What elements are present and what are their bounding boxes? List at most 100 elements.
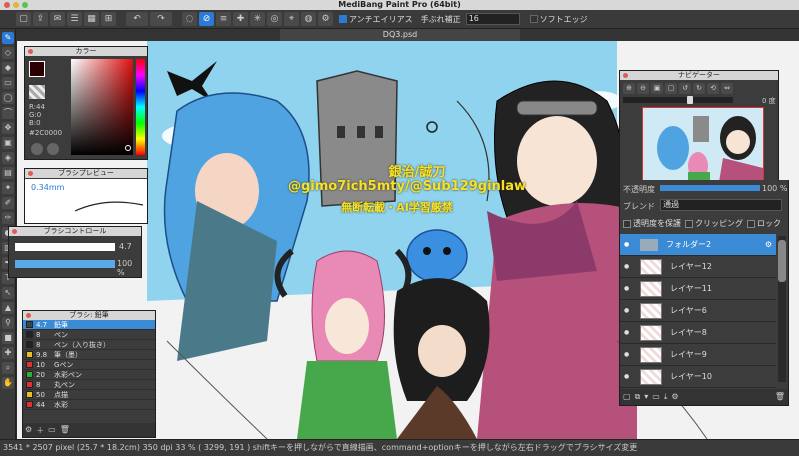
zoom-window-button[interactable]: [22, 2, 28, 8]
bucket-tool-icon[interactable]: ◈: [2, 152, 14, 164]
select-eraser-tool-icon[interactable]: ✑: [2, 212, 14, 224]
brush-opacity-slider[interactable]: [15, 260, 115, 268]
new-file-icon[interactable]: ▢: [16, 12, 31, 26]
add-brush-icon[interactable]: ＋: [36, 425, 44, 435]
select-pen-tool-icon[interactable]: ✐: [2, 197, 14, 209]
delete-layer-icon[interactable]: 🗑: [775, 392, 785, 402]
comment-icon[interactable]: ✉: [50, 12, 65, 26]
layer-scrollbar[interactable]: [778, 236, 786, 382]
brush-item[interactable]: 10 Gペン: [23, 360, 155, 370]
palette-icon[interactable]: [47, 143, 59, 155]
fill-tool-icon[interactable]: ▣: [2, 137, 14, 149]
eyedropper2-tool-icon[interactable]: ✚: [2, 347, 14, 359]
zoom-slider[interactable]: [623, 96, 733, 104]
delete-brush-icon[interactable]: 🗑: [60, 425, 70, 435]
visibility-icon[interactable]: ●: [624, 329, 629, 336]
dot-tool-icon[interactable]: ◆: [2, 62, 14, 74]
layer-menu-icon[interactable]: ▾: [644, 392, 648, 402]
brush-item[interactable]: 8 ペン: [23, 330, 155, 340]
share-icon[interactable]: ⇪: [33, 12, 48, 26]
curve-tool-icon[interactable]: ⌒: [2, 107, 14, 119]
layer-folder-row[interactable]: ● フォルダー2 ⚙: [620, 234, 776, 256]
brush-item[interactable]: 8 丸ペン: [23, 380, 155, 390]
visibility-icon[interactable]: ●: [624, 285, 629, 292]
navigator-thumbnail[interactable]: [642, 107, 764, 187]
perspective-snap-icon[interactable]: ⌖: [284, 12, 299, 26]
foreground-color-swatch[interactable]: [29, 61, 45, 77]
soft-edge-checkbox[interactable]: ソフトエッジ: [529, 14, 588, 25]
undo-icon[interactable]: ↶: [126, 12, 148, 26]
brush-item[interactable]: 9.8 筆（墨）: [23, 350, 155, 360]
protect-alpha-checkbox[interactable]: 透明度を保護: [623, 218, 681, 229]
close-panel-icon[interactable]: [623, 73, 628, 78]
brush-tool-icon[interactable]: ✎: [2, 32, 14, 44]
brush-item[interactable]: 44 水彩: [23, 400, 155, 410]
hue-slider[interactable]: [136, 59, 145, 155]
hand-tool-icon[interactable]: ✋: [2, 377, 14, 389]
chat-icon[interactable]: ☰: [67, 12, 82, 26]
snap-off-icon[interactable]: ⊘: [199, 12, 214, 26]
rotate-right-icon[interactable]: ↻: [693, 83, 705, 94]
layout-icon[interactable]: ▦: [84, 12, 99, 26]
new-folder-icon[interactable]: ▭: [652, 392, 660, 402]
brush-item[interactable]: 4.7 鉛筆: [23, 320, 155, 330]
layer-row[interactable]: ● レイヤー9: [620, 344, 776, 366]
visibility-icon[interactable]: ●: [624, 307, 629, 314]
magic-wand-tool-icon[interactable]: ✦: [2, 182, 14, 194]
snap-settings-icon[interactable]: ⚙: [318, 12, 333, 26]
selection-icon[interactable]: ◌: [182, 12, 197, 26]
color-swatch-icon[interactable]: ■: [2, 332, 14, 344]
folder-icon[interactable]: ▭: [48, 425, 56, 435]
zoom-in-icon[interactable]: ⊕: [623, 83, 635, 94]
zoom-tool-icon[interactable]: ⌕: [2, 362, 14, 374]
duplicate-layer-icon[interactable]: ⧉: [635, 392, 641, 402]
layer-row[interactable]: ● レイヤー10: [620, 366, 776, 388]
actual-size-icon[interactable]: ▢: [665, 83, 677, 94]
color-wheel-icon[interactable]: [31, 143, 43, 155]
cross-snap-icon[interactable]: ✚: [233, 12, 248, 26]
blend-mode-select[interactable]: 通過: [660, 199, 782, 211]
stabilizer-select[interactable]: 16: [465, 13, 520, 25]
visibility-icon[interactable]: ●: [624, 241, 629, 248]
parallel-snap-icon[interactable]: ≡: [216, 12, 231, 26]
reset-rotation-icon[interactable]: ⟲: [707, 83, 719, 94]
gradient-tool-icon[interactable]: ▤: [2, 167, 14, 179]
visibility-icon[interactable]: ●: [624, 263, 629, 270]
zoom-out-icon[interactable]: ⊖: [637, 83, 649, 94]
layer-row[interactable]: ● レイヤー11: [620, 278, 776, 300]
fit-icon[interactable]: ▣: [651, 83, 663, 94]
redo-icon[interactable]: ↷: [150, 12, 172, 26]
radial-snap-icon[interactable]: ✳: [250, 12, 265, 26]
new-layer-icon[interactable]: ▢: [623, 392, 631, 402]
visibility-icon[interactable]: ●: [624, 373, 629, 380]
curve-snap-icon[interactable]: ◍: [301, 12, 316, 26]
merge-layer-icon[interactable]: ⤓: [664, 392, 668, 402]
fill-pen-tool-icon[interactable]: ▲: [2, 302, 14, 314]
rotate-left-icon[interactable]: ↺: [679, 83, 691, 94]
clipping-checkbox[interactable]: クリッピング: [685, 218, 743, 229]
brush-item[interactable]: 50 点描: [23, 390, 155, 400]
operation-tool-icon[interactable]: ↖: [2, 287, 14, 299]
lasso-tool-icon[interactable]: ◯: [2, 92, 14, 104]
concentric-snap-icon[interactable]: ◎: [267, 12, 282, 26]
layer-opacity-slider[interactable]: [660, 185, 760, 191]
grid-icon[interactable]: ⊞: [101, 12, 116, 26]
folder-settings-icon[interactable]: ⚙: [765, 240, 772, 249]
close-window-button[interactable]: [4, 2, 10, 8]
flip-icon[interactable]: ⇔: [721, 83, 733, 94]
document-tab[interactable]: DQ3.psd: [280, 29, 520, 41]
close-panel-icon[interactable]: [26, 313, 31, 318]
layer-row[interactable]: ● レイヤー8: [620, 322, 776, 344]
saturation-value-picker[interactable]: [71, 59, 133, 155]
close-panel-icon[interactable]: [28, 49, 33, 54]
brush-settings-icon[interactable]: ⚙: [25, 425, 32, 435]
layer-row[interactable]: ● レイヤー12: [620, 256, 776, 278]
eyedropper-tool-icon[interactable]: ⚲: [2, 317, 14, 329]
rectangle-tool-icon[interactable]: ▭: [2, 77, 14, 89]
minimize-window-button[interactable]: [13, 2, 19, 8]
close-panel-icon[interactable]: [28, 171, 33, 176]
lock-checkbox[interactable]: ロック: [747, 218, 781, 229]
transparent-color-swatch[interactable]: [29, 85, 45, 99]
antialias-checkbox[interactable]: アンチエイリアス: [339, 14, 413, 25]
layer-settings-icon[interactable]: ⚙: [671, 392, 678, 402]
